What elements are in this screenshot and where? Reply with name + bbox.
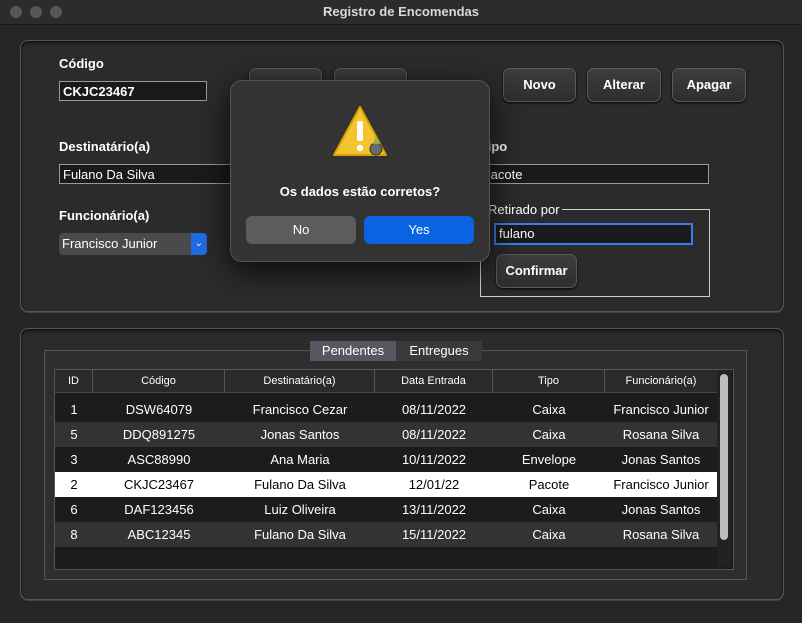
window-title: Registro de Encomendas (322, 4, 480, 19)
no-button[interactable]: No (246, 216, 356, 244)
cell-data-entrada: 15/11/2022 (401, 527, 467, 542)
cell-data-entrada: 13/11/2022 (401, 502, 467, 517)
cell-tipo: Caixa (532, 402, 566, 417)
chevron-down-icon[interactable]: ⌄ (191, 233, 207, 255)
cell-destinatario: Fulano Da Silva (254, 527, 346, 542)
cell-funcionario: Francisco Junior (613, 402, 709, 417)
orders-table: ID Código Destinatário(a) Data Entrada T… (54, 369, 734, 570)
tab-entregues[interactable]: Entregues (396, 341, 482, 361)
cell-funcionario: Jonas Santos (621, 502, 701, 517)
funcionario-select[interactable]: Francisco Junior ⌄ (59, 233, 207, 255)
novo-button[interactable]: Novo (503, 68, 576, 102)
cell-tipo: Pacote (528, 477, 570, 492)
retirado-field[interactable]: fulano (494, 223, 693, 245)
yes-button[interactable]: Yes (364, 216, 474, 244)
apagar-button[interactable]: Apagar (672, 68, 746, 102)
cell-destinatario: Ana Maria (270, 452, 330, 467)
cell-codigo: CKJC23467 (123, 477, 195, 492)
confirmar-button[interactable]: Confirmar (496, 254, 577, 288)
col-header-data-entrada[interactable]: Data Entrada (375, 370, 493, 392)
cell-codigo: ASC88990 (127, 452, 191, 467)
title-bar: Registro de Encomendas (0, 0, 802, 25)
cell-destinatario: Fulano Da Silva (254, 477, 346, 492)
cell-id: 3 (70, 452, 78, 467)
cell-tipo: Caixa (532, 502, 566, 517)
warning-icon (333, 106, 387, 156)
tab-bar: Pendentes Entregues (310, 341, 482, 361)
table-scrollbar[interactable] (717, 370, 731, 567)
cell-destinatario: Jonas Santos (260, 427, 340, 442)
cell-funcionario: Rosana Silva (622, 527, 700, 542)
scrollbar-thumb[interactable] (720, 374, 728, 540)
cell-funcionario: Francisco Junior (613, 477, 709, 492)
cell-codigo: DAF123456 (124, 502, 194, 517)
cell-data-entrada: 08/11/2022 (401, 427, 467, 442)
funcionario-label: Funcionário(a) (59, 208, 150, 223)
table-row[interactable]: 1 DSW64079 Francisco Cezar 08/11/2022 Caixa F… (55, 397, 717, 422)
cell-codigo: ABC12345 (127, 527, 191, 542)
cell-tipo: Caixa (532, 427, 566, 442)
confirm-dialog: Os dados estão corretos? No Yes (230, 80, 490, 262)
tab-pendentes[interactable]: Pendentes (310, 341, 396, 361)
cell-destinatario: Francisco Cezar (252, 402, 348, 417)
cell-tipo: Envelope (521, 452, 577, 467)
codigo-field[interactable]: CKJC23467 (59, 81, 207, 101)
main-window: Registro de Encomendas Código CKJC23467 … (0, 0, 802, 623)
codigo-label: Código (59, 56, 104, 71)
destinatario-label: Destinatário(a) (59, 139, 151, 154)
cell-codigo: DSW64079 (125, 402, 193, 417)
table-header: ID Código Destinatário(a) Data Entrada T… (55, 370, 717, 393)
col-header-destinatario[interactable]: Destinatário(a) (225, 370, 375, 392)
table-row[interactable]: 5 DDQ891275 Jonas Santos 08/11/2022 Caixa Ros… (55, 422, 717, 447)
col-header-funcionario[interactable]: Funcionário(a) (605, 370, 717, 392)
alterar-button[interactable]: Alterar (587, 68, 661, 102)
cell-tipo: Caixa (532, 527, 566, 542)
cell-data-entrada: 08/11/2022 (401, 402, 467, 417)
cell-id: 8 (70, 527, 78, 542)
table-row[interactable]: 2 CKJC23467 Fulano Da Silva 12/01/22 Pacote F… (55, 472, 717, 497)
cell-id: 1 (70, 402, 78, 417)
cell-funcionario: Rosana Silva (622, 427, 700, 442)
table-row[interactable]: 8 ABC12345 Fulano Da Silva 15/11/2022 Caixa R… (55, 522, 717, 547)
cell-id: 6 (70, 502, 78, 517)
funcionario-select-value: Francisco Junior (62, 236, 158, 251)
destinatario-field[interactable]: Fulano Da Silva (59, 164, 244, 184)
col-header-codigo[interactable]: Código (93, 370, 225, 392)
cell-data-entrada: 12/01/22 (408, 477, 460, 492)
cell-id: 5 (70, 427, 78, 442)
cell-codigo: DDQ891275 (122, 427, 196, 442)
cell-id: 2 (70, 477, 78, 492)
cell-destinatario: Luiz Oliveira (264, 502, 336, 517)
table-row[interactable]: 6 DAF123456 Luiz Oliveira 13/11/2022 Caixa Jo… (55, 497, 717, 522)
col-header-id[interactable]: ID (55, 370, 93, 392)
dialog-message: Os dados estão corretos? (279, 184, 441, 199)
tipo-field[interactable]: Pacote (478, 164, 709, 184)
retirado-label: Retirado por (486, 202, 562, 217)
cell-data-entrada: 10/11/2022 (401, 452, 467, 467)
col-header-tipo[interactable]: Tipo (493, 370, 605, 392)
table-row[interactable]: 3 ASC88990 Ana Maria 10/11/2022 Envelope Jona… (55, 447, 717, 472)
cell-funcionario: Jonas Santos (621, 452, 701, 467)
